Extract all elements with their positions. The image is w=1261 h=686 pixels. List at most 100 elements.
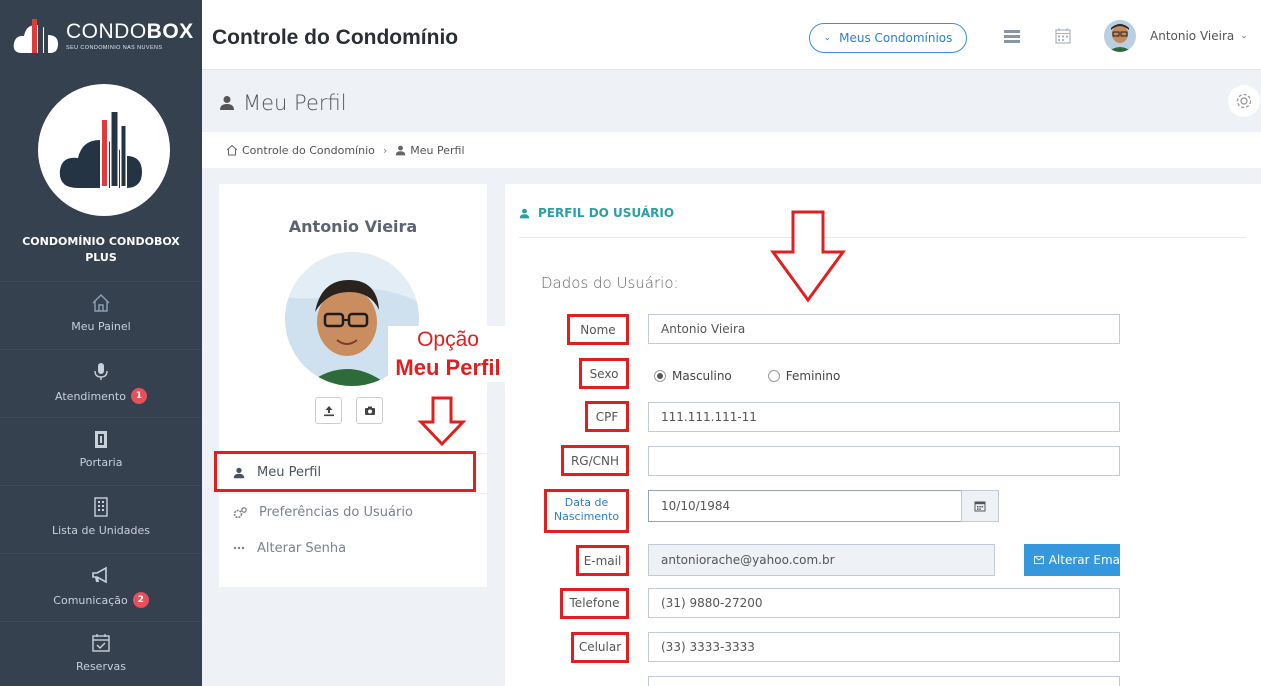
next-field[interactable]	[648, 676, 1120, 686]
settings-button[interactable]	[1228, 85, 1260, 117]
page-title: Meu Perfil	[219, 91, 347, 115]
phone-field[interactable]: (31) 9880-27200	[648, 588, 1120, 618]
condo-logo	[38, 84, 170, 216]
radio-feminino[interactable]	[767, 370, 780, 382]
sidebar-item-label: Lista de Unidades	[52, 524, 150, 537]
calendar-icon	[974, 501, 986, 512]
brand-name-light: CONDO	[66, 19, 147, 43]
profile-name: Antonio Vieira	[288, 217, 418, 236]
highlight-cpf-label	[585, 401, 629, 432]
app-title: Controle do Condomínio	[212, 26, 459, 49]
user-icon	[519, 208, 530, 218]
brand-tagline: SEU CONDOMINIO NAS NUVENS	[66, 44, 163, 51]
ellipsis-icon	[233, 546, 245, 550]
breadcrumb: Controle do Condomínio › Meu Perfil	[202, 132, 1261, 168]
highlight-celular-label	[571, 632, 629, 663]
door-icon	[95, 431, 107, 448]
notification-badge: 1	[130, 388, 147, 404]
panel-title-text: PERFIL DO USUÁRIO	[538, 206, 675, 220]
condo-name-line2: PLUS	[85, 251, 117, 264]
radio-masculino-label: Masculino	[672, 369, 732, 383]
radio-feminino-label: Feminino	[785, 369, 841, 383]
chevron-down-icon: ⌄	[1240, 31, 1248, 41]
highlight-nascimento-label	[544, 489, 629, 533]
chevron-right-icon: ›	[382, 143, 388, 157]
microphone-icon	[94, 363, 108, 380]
calendar-icon[interactable]	[1054, 27, 1072, 45]
chevron-down-icon: ⌄	[823, 33, 832, 43]
brand-logo[interactable]: CONDOBOX SEU CONDOMINIO NAS NUVENS	[0, 0, 202, 70]
sidebar-item-meu-painel[interactable]: Meu Painel	[0, 281, 202, 349]
radio-masculino[interactable]	[654, 370, 666, 382]
user-icon	[395, 145, 406, 155]
megaphone-icon	[92, 566, 107, 584]
highlight-email-label	[576, 545, 629, 576]
sidebar-item-comunicacao[interactable]: Comunicação 2	[0, 553, 202, 621]
avatar	[1104, 20, 1136, 52]
profile-menu-alterar-senha[interactable]: Alterar Senha	[219, 533, 487, 563]
annotation-line1: Opção	[417, 328, 479, 351]
rg-field[interactable]	[648, 446, 1120, 476]
my-condos-button[interactable]: ⌄ Meus Condomínios	[809, 23, 967, 53]
user-name: Antonio Vieira	[1150, 29, 1235, 43]
cloud-building-icon	[59, 110, 142, 188]
sidebar-item-label: Meu Painel	[71, 320, 131, 333]
my-condos-label: Meus Condomínios	[839, 31, 953, 45]
sidebar-item-label: Portaria	[79, 456, 123, 469]
home-icon	[92, 294, 110, 312]
sidebar-item-reservas[interactable]: Reservas	[0, 621, 202, 686]
condo-name: CONDOMÍNIO CONDOBOX PLUS	[0, 234, 202, 266]
envelope-icon	[1034, 555, 1044, 565]
panel-title: PERFIL DO USUÁRIO	[519, 206, 674, 220]
sidebar: CONDOMÍNIO CONDOBOX PLUS Meu Painel Aten…	[0, 70, 202, 686]
upload-photo-button[interactable]	[315, 397, 342, 424]
mobile-field[interactable]: (33) 3333-3333	[648, 632, 1120, 662]
gear-icon	[1236, 93, 1252, 109]
change-email-button[interactable]: Alterar Ema	[1024, 544, 1120, 576]
list-icon[interactable]	[1003, 27, 1021, 45]
condo-name-line1: CONDOMÍNIO CONDOBOX	[22, 235, 180, 248]
profile-menu-label: Preferências do Usuário	[259, 505, 413, 520]
home-icon	[226, 144, 238, 156]
sexo-radio-group: Masculino Feminino	[654, 369, 840, 383]
building-icon	[94, 497, 108, 517]
page-title-text: Meu Perfil	[243, 91, 347, 115]
user-menu[interactable]: Antonio Vieira ⌄	[1104, 20, 1248, 52]
profile-menu-preferencias[interactable]: Preferências do Usuário	[219, 493, 487, 531]
annotation-line2: Meu Perfil	[395, 355, 501, 380]
highlight-sexo-label	[579, 358, 629, 389]
sidebar-item-atendimento[interactable]: Atendimento 1	[0, 349, 202, 417]
highlight-meu-perfil	[214, 451, 476, 492]
profile-card: Antonio Vieira Meu Perfil Preferências d…	[219, 184, 487, 587]
date-picker-button[interactable]	[961, 490, 999, 522]
cloud-building-icon	[13, 15, 58, 53]
calendar-check-icon	[92, 634, 110, 652]
brand-name-bold: BOX	[146, 19, 194, 43]
upload-icon	[323, 405, 334, 416]
camera-icon	[364, 406, 375, 415]
sidebar-item-label: Reservas	[76, 660, 126, 673]
cogs-icon	[233, 506, 247, 518]
birthdate-field[interactable]: 10/10/1984	[648, 490, 962, 522]
notification-badge: 2	[132, 592, 149, 608]
sidebar-item-lista-de-unidades[interactable]: Lista de Unidades	[0, 485, 202, 553]
breadcrumb-home-link[interactable]: Controle do Condomínio	[242, 144, 375, 157]
sidebar-item-portaria[interactable]: Portaria	[0, 417, 202, 485]
highlight-rg-label	[561, 445, 629, 476]
highlight-nome-label	[567, 314, 629, 345]
section-label: Dados do Usuário:	[541, 274, 679, 292]
profile-menu-label: Alterar Senha	[257, 540, 347, 556]
breadcrumb-current: Meu Perfil	[410, 143, 465, 157]
take-photo-button[interactable]	[356, 397, 383, 424]
divider	[519, 237, 1246, 238]
user-icon	[220, 96, 234, 110]
sidebar-item-label: Atendimento	[55, 389, 126, 403]
cpf-field[interactable]: 111.111.111-11	[648, 402, 1120, 432]
highlight-telefone-label	[560, 588, 629, 619]
change-email-label: Alterar Ema	[1048, 553, 1120, 567]
sidebar-item-label: Comunicação	[53, 593, 128, 607]
annotation-callout: Opção Meu Perfil	[388, 326, 508, 382]
email-field: antoniorache@yahoo.com.br	[648, 544, 995, 576]
top-bar: CONDOBOX SEU CONDOMINIO NAS NUVENS Contr…	[0, 0, 1261, 70]
nome-field[interactable]: Antonio Vieira	[648, 314, 1120, 344]
